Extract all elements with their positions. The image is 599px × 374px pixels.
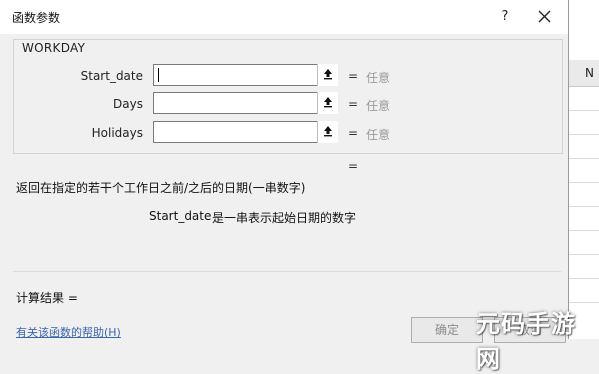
holidays-input[interactable] <box>153 121 338 143</box>
watermark-text: 元码手游网 <box>476 310 576 373</box>
sheet-row-line <box>568 182 599 183</box>
argument-help-text: 是一串表示起始日期的数字 <box>212 211 357 225</box>
close-button[interactable] <box>533 6 557 28</box>
holidays-ref-button[interactable] <box>317 121 338 143</box>
function-arguments-dialog: 函数参数 ? WORKDAY Start_date = 任意 Days = 任意… <box>0 0 569 343</box>
arg-label-days: Days <box>113 97 143 111</box>
text-caret <box>158 68 159 82</box>
start-date-input[interactable] <box>153 64 338 86</box>
column-header-label: N <box>585 66 594 80</box>
site-watermark: 元码手游网 <box>470 300 599 373</box>
days-ref-button[interactable] <box>317 92 338 114</box>
close-icon <box>538 10 551 23</box>
sheet-row-line <box>568 230 599 231</box>
formula-result-equals: = <box>348 159 359 173</box>
arg-value-holidays: 任意 <box>366 128 391 142</box>
sheet-row-line <box>568 278 599 279</box>
days-input[interactable] <box>153 92 338 114</box>
sheet-row-line <box>568 206 599 207</box>
function-help-link[interactable]: 有关该函数的帮助(H) <box>16 324 121 340</box>
argument-help-name: Start_date <box>149 209 212 223</box>
arg-label-holidays: Holidays <box>91 126 143 140</box>
collapse-dialog-icon <box>324 69 332 80</box>
collapse-dialog-icon <box>324 126 332 137</box>
column-header-n[interactable]: N <box>568 60 599 87</box>
dialog-title: 函数参数 <box>12 11 61 25</box>
sheet-row-line <box>568 110 599 111</box>
start-date-ref-button[interactable] <box>317 64 338 86</box>
collapse-dialog-icon <box>324 97 332 108</box>
arg-label-start-date: Start_date <box>80 69 143 83</box>
function-name: WORKDAY <box>22 41 86 55</box>
arg-equals: = <box>348 97 359 111</box>
arg-equals: = <box>348 126 359 140</box>
title-bar[interactable]: 函数参数 ? <box>0 0 568 34</box>
calculation-result-label: 计算结果 = <box>16 291 78 305</box>
arg-equals: = <box>348 69 359 83</box>
sheet-row-line <box>568 254 599 255</box>
arg-value-days: 任意 <box>366 99 391 113</box>
sheet-row-line <box>568 158 599 159</box>
function-description: 返回在指定的若干个工作日之前/之后的日期(一串数字) <box>16 181 306 195</box>
help-button[interactable]: ? <box>494 6 516 28</box>
divider <box>13 271 561 272</box>
sheet-row-line <box>568 134 599 135</box>
arg-value-start-date: 任意 <box>366 71 391 85</box>
